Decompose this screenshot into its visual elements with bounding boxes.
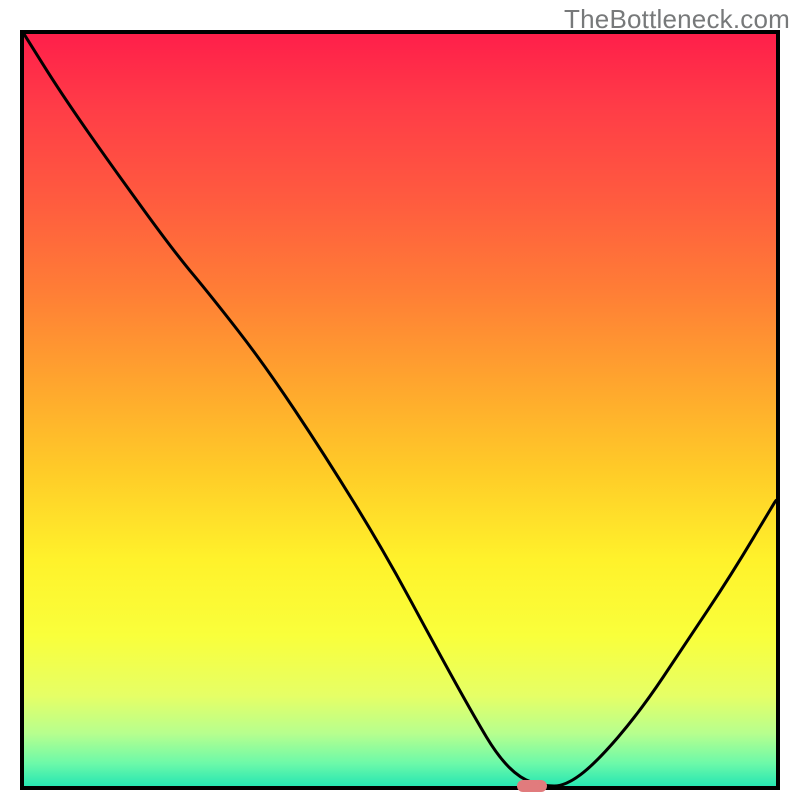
bottleneck-curve-path <box>24 34 776 786</box>
chart-frame: TheBottleneck.com <box>0 0 800 800</box>
plot-area <box>20 30 780 790</box>
optimal-marker <box>517 780 547 792</box>
curve-svg <box>24 34 776 786</box>
